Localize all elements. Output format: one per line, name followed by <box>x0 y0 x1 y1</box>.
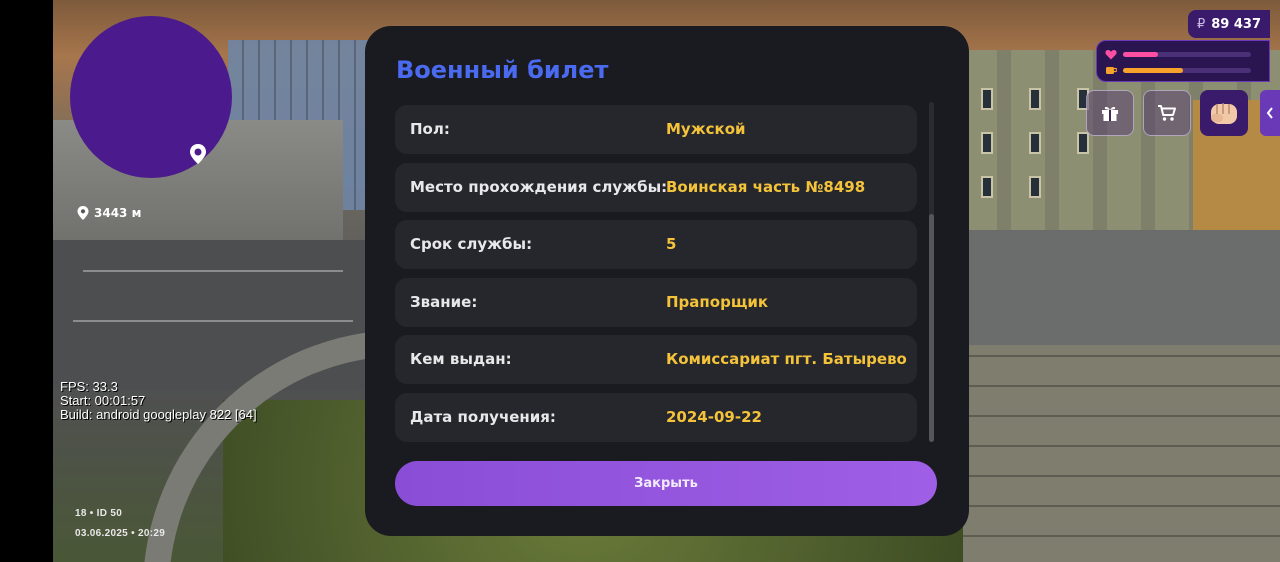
row-label: Место прохождения службы: <box>410 177 668 196</box>
gift-button[interactable] <box>1086 90 1134 136</box>
row-value: 5 <box>666 235 677 253</box>
money-display: ₽ 89 437 <box>1188 10 1270 38</box>
info-row-issue-date: Дата получения: 2024-09-22 <box>395 392 917 442</box>
hunger-bar-fill <box>1123 68 1184 73</box>
scrollbar-thumb[interactable] <box>929 214 934 442</box>
weapon-fist-button[interactable] <box>1200 90 1248 136</box>
fps-text: FPS: 33.3 <box>60 379 118 394</box>
currency-symbol: ₽ <box>1196 16 1206 32</box>
scrollbar[interactable] <box>929 102 934 442</box>
close-button[interactable]: Закрыть <box>395 461 937 506</box>
info-row-service-place: Место прохождения службы: Воинская часть… <box>395 162 917 212</box>
money-amount: 89 437 <box>1211 16 1262 32</box>
info-row-rank: Звание: Прапорщик <box>395 277 917 327</box>
row-label: Кем выдан: <box>410 350 512 368</box>
map-pin-icon <box>190 144 206 164</box>
military-id-dialog: Военный билет Пол: Мужской Место прохожд… <box>365 26 969 536</box>
row-label: Звание: <box>410 292 478 311</box>
hud-collapse-button[interactable] <box>1260 90 1280 136</box>
plaza <box>953 230 1280 350</box>
distance-value: 3443 м <box>94 206 142 220</box>
player-stats-panel <box>1096 40 1270 82</box>
stone-wall <box>963 345 1280 562</box>
player-id-text: 18 • ID 50 <box>75 508 123 519</box>
fist-icon <box>1211 103 1237 124</box>
waypoint-distance: 3443 м <box>76 205 141 221</box>
hunger-bar <box>1123 68 1251 73</box>
food-icon <box>1106 67 1117 74</box>
shop-button[interactable] <box>1143 90 1191 136</box>
info-row-issued-by: Кем выдан: Комиссариат пгт. Батырево <box>395 335 917 384</box>
debug-info: FPS: 33.3 Start: 00:01:57 Build: android… <box>60 380 257 422</box>
cart-icon <box>1158 105 1176 121</box>
datetime-text: 03.06.2025 • 20:29 <box>75 528 166 539</box>
row-value: 2024-09-22 <box>666 407 762 426</box>
row-value: Прапорщик <box>666 292 769 311</box>
info-row-service-term: Срок службы: 5 <box>395 220 917 269</box>
heart-icon <box>1105 49 1117 60</box>
row-label: Дата получения: <box>410 407 556 426</box>
health-bar <box>1123 52 1251 57</box>
row-label: Пол: <box>410 120 450 138</box>
start-time-text: Start: 00:01:57 <box>60 393 146 408</box>
gift-icon <box>1102 106 1118 121</box>
chevron-left-icon <box>1266 107 1273 119</box>
row-value: Мужской <box>666 120 746 138</box>
info-list[interactable]: Пол: Мужской Место прохождения службы: В… <box>395 105 917 450</box>
dialog-title: Военный билет <box>396 56 609 84</box>
row-value: Воинская часть №8498 <box>666 177 866 196</box>
location-pin-icon <box>77 206 89 220</box>
info-row-gender: Пол: Мужской <box>395 105 917 154</box>
row-value: Комиссариат пгт. Батырево <box>666 350 907 368</box>
screen-left-border <box>0 0 53 562</box>
build-text: Build: android googleplay 822 [64] <box>60 407 257 422</box>
row-label: Срок службы: <box>410 235 533 253</box>
health-bar-fill <box>1123 52 1158 57</box>
